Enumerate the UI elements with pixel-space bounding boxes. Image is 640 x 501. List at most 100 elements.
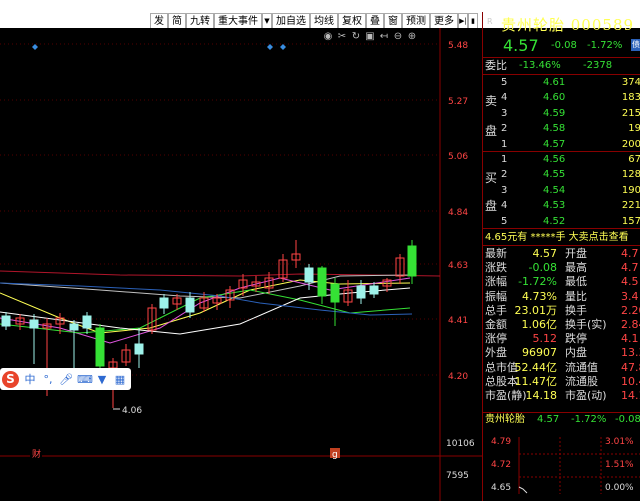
ask-row[interactable]: 4 4.60 183 — [483, 90, 640, 105]
ask-row[interactable]: 1 4.57 200 — [483, 137, 640, 152]
ask-level: 2 — [501, 123, 508, 135]
price-label: 5.48 — [448, 41, 468, 51]
more-button[interactable]: 更多 — [430, 13, 458, 28]
ask-row[interactable]: 5 4.61 374 — [483, 75, 640, 90]
toolbar-buttons: 发 简 九转 重大事件 ▼ 加自选 均线 复权 叠 窗 预测 更多 ▶| ▮ — [150, 13, 478, 28]
candle-body — [1, 315, 11, 327]
chinese-mode-icon[interactable]: 中 — [23, 371, 37, 387]
divider — [483, 228, 640, 229]
stat-label: 涨幅 — [485, 275, 507, 289]
mini-stock-name: 贵州轮胎 — [485, 414, 525, 425]
add-watchlist-button[interactable]: 加自选 — [272, 13, 310, 28]
stat-label: 市盈(静) — [485, 389, 527, 402]
ask-row[interactable]: 3 4.59 215 — [483, 106, 640, 121]
overlay-button[interactable]: 叠 — [366, 13, 384, 28]
price-change-pct: -1.72% — [587, 40, 623, 51]
zoom-out-icon[interactable]: ⊖ — [392, 31, 404, 43]
punctuation-icon[interactable]: °, — [41, 373, 55, 386]
bid-level: 2 — [501, 169, 508, 181]
tab-jian[interactable]: 简 — [168, 13, 186, 28]
stats-row: 最新 4.57 开盘 4.7 — [483, 246, 640, 261]
stat-label: 涨跌 — [485, 261, 507, 275]
adjust-button[interactable]: 复权 — [338, 13, 366, 28]
stat-value: 5.12 — [532, 332, 558, 346]
ask-level: 1 — [501, 138, 508, 150]
stat-label: 最高 — [565, 261, 587, 275]
stats-row: 外盘 96907 内盘 13.32万 — [483, 345, 640, 360]
stats-row: 涨幅 -1.72% 最低 4.5 — [483, 274, 640, 289]
scroll-icon[interactable]: ▮ — [468, 13, 478, 28]
bid-price: 4.53 — [543, 200, 566, 212]
candle-body — [82, 315, 92, 329]
ask-level: 5 — [501, 77, 508, 88]
candle-body — [317, 267, 327, 297]
stats-row: 金额 1.06亿换手(实) 2.84 — [483, 317, 640, 332]
bid-volume: 221 — [621, 200, 640, 212]
bid-row[interactable]: 4 4.53 221 — [483, 198, 640, 213]
candle-body — [185, 297, 195, 313]
bid-volume: 157 — [621, 215, 640, 227]
stats-row: 总股本11.47亿流通股 10.47亿 — [483, 374, 640, 389]
ask-row[interactable]: 2 4.58 19 — [483, 121, 640, 136]
kline-chart[interactable]: 5.48 5.27 5.06 4.84 4.63 4.41 4.20 10106 7595 4.0… — [0, 28, 482, 501]
stat-value: -1.72% — [518, 275, 557, 289]
tab-major-events[interactable]: 重大事件 — [214, 13, 262, 28]
bid-volume: 128 — [621, 169, 640, 181]
zoom-in-icon[interactable]: ⊕ — [406, 31, 418, 43]
stat-value: 2.84 — [621, 318, 640, 331]
stat-value: 2.20 — [621, 303, 640, 317]
candle-body — [29, 319, 39, 329]
chart-tools: ◉ ✂ ↻ ▣ ↤ ⊖ ⊕ — [322, 31, 418, 43]
stat-label: 跌停 — [565, 332, 587, 346]
big-order-ticker[interactable]: 4.65元有 *****手 大卖点击查看 — [485, 230, 640, 245]
bond-badge[interactable]: 债 — [631, 39, 640, 51]
candle-body — [304, 267, 314, 283]
sell-label-bottom: 盘 — [485, 124, 498, 138]
ask-price: 4.57 — [543, 138, 566, 150]
stat-label: 最新 — [485, 247, 507, 260]
stat-label: 总股本 — [485, 374, 518, 388]
scissors-icon[interactable]: ✂ — [336, 31, 348, 43]
moving-average-button[interactable]: 均线 — [310, 13, 338, 28]
r-icon: R — [487, 17, 493, 26]
arrow-icon[interactable]: ↤ — [378, 31, 390, 43]
stat-value: 14.18 — [525, 389, 558, 402]
sogou-logo-icon[interactable]: S — [2, 370, 19, 388]
stat-label: 换手(实) — [565, 318, 607, 331]
stock-title: R 贵州轮胎 000589 — [483, 12, 640, 34]
ask-price: 4.58 — [543, 123, 566, 135]
microphone-icon[interactable]: 🎤︎ — [59, 373, 73, 386]
volume-label: 10106 — [446, 439, 475, 449]
bid-row[interactable]: 5 4.52 157 — [483, 214, 640, 229]
forecast-button[interactable]: 预测 — [402, 13, 430, 28]
refresh-icon[interactable]: ↻ — [350, 31, 362, 43]
stat-label: 内盘 — [565, 346, 587, 360]
mini-left-0: 4.79 — [491, 437, 511, 447]
stat-label: 换手 — [565, 303, 587, 317]
stat-value: 47.84亿 — [621, 360, 640, 374]
chevron-down-icon[interactable]: ▼ — [262, 13, 272, 28]
mini-price: 4.57 — [537, 414, 560, 425]
eye-icon[interactable]: ◉ — [322, 31, 334, 43]
bid-row[interactable]: 3 4.54 190 — [483, 183, 640, 198]
toolbox-grid-icon[interactable]: ▦ — [113, 373, 127, 386]
price-label: 5.27 — [448, 97, 468, 107]
play-icon[interactable]: ▶| — [458, 13, 468, 28]
skin-icon[interactable]: ▼ — [95, 373, 109, 386]
window-button[interactable]: 窗 — [384, 13, 402, 28]
stat-value: 4.73% — [522, 289, 557, 303]
gift-icon[interactable]: ▣ — [364, 31, 376, 43]
tab-jiuzhuan[interactable]: 九转 — [186, 13, 214, 28]
tab-fa[interactable]: 发 — [150, 13, 168, 28]
keyboard-icon[interactable]: ⌨ — [77, 373, 93, 386]
stats-row: 涨跌 -0.08 最高 4.7 — [483, 260, 640, 275]
ask-volume: 200 — [621, 138, 640, 150]
bid-price: 4.55 — [543, 169, 566, 181]
bid-row[interactable]: 1 4.56 67 — [483, 152, 640, 167]
volume-label: 7595 — [446, 471, 469, 481]
last-price: 4.57 — [503, 36, 539, 55]
stat-label: 外盘 — [485, 346, 507, 360]
bid-price: 4.56 — [543, 154, 566, 165]
bid-row[interactable]: 2 4.55 128 — [483, 167, 640, 182]
mini-header: 贵州轮胎 4.57 -1.72% -0.08 — [483, 412, 640, 427]
